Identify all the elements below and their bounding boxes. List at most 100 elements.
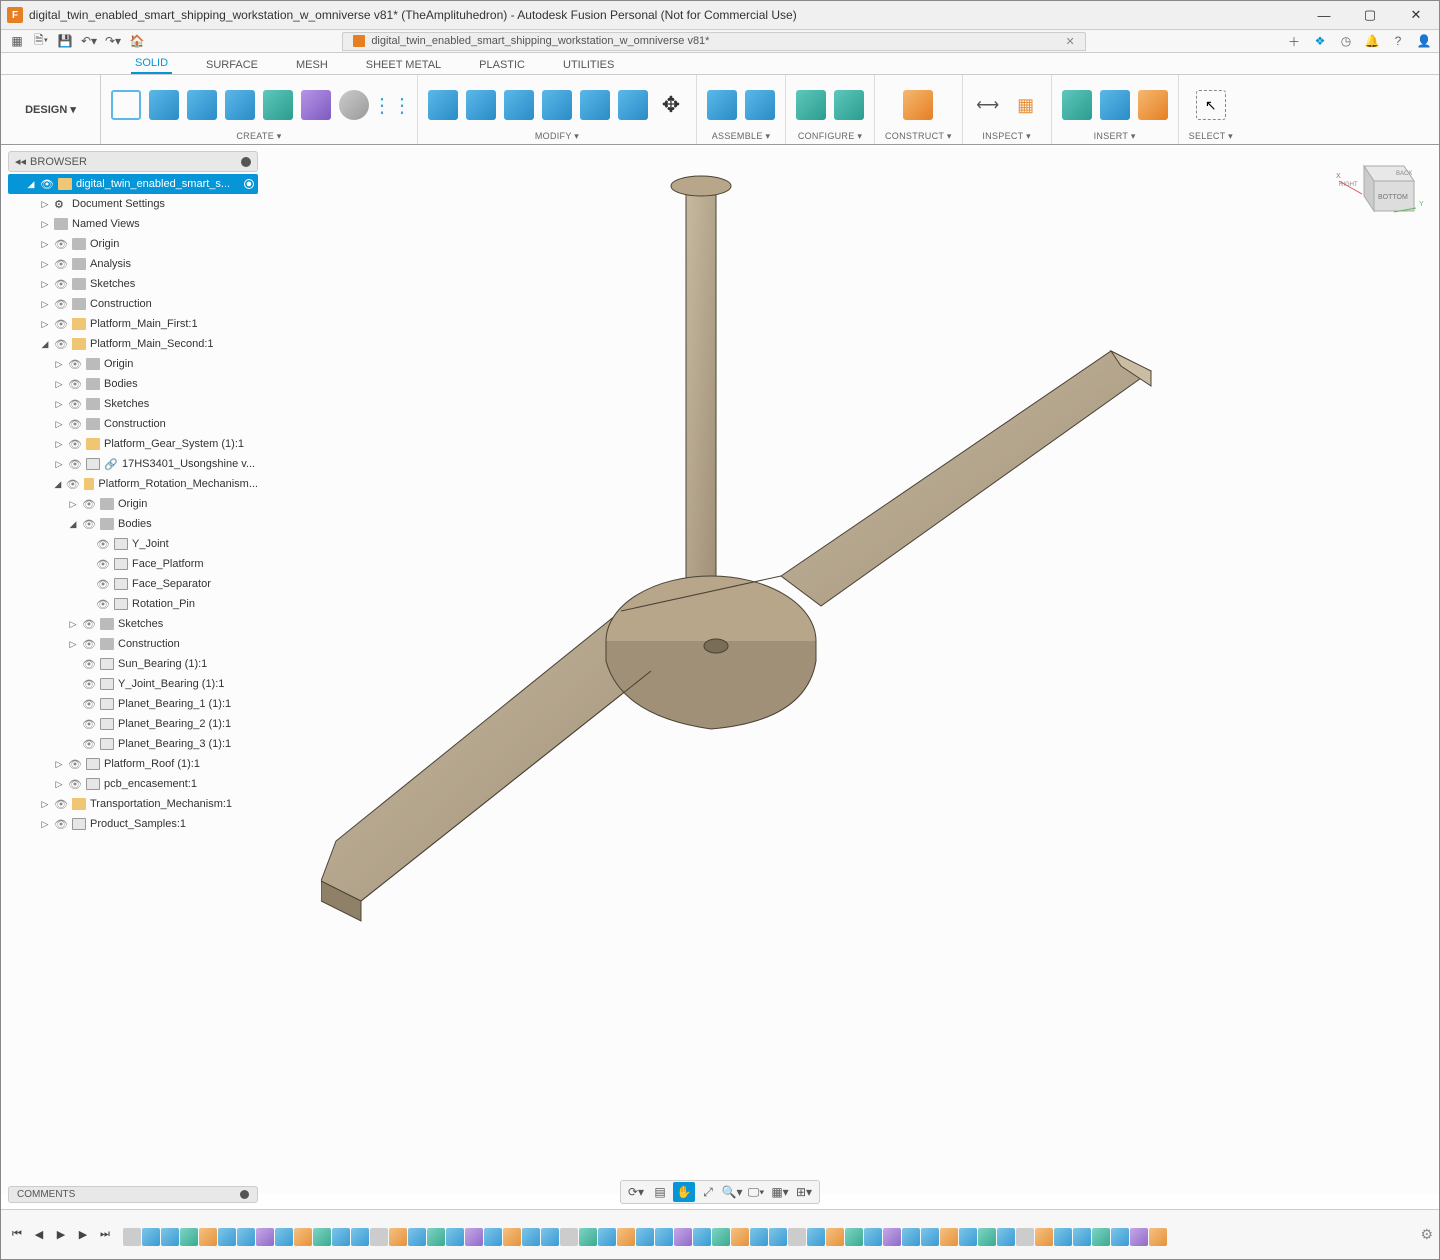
new-design-icon[interactable]: ＋ [1283, 32, 1305, 50]
tab-plastic[interactable]: PLASTIC [475, 56, 529, 74]
tree-doc-settings[interactable]: ▷⚙Document Settings [8, 194, 258, 214]
tree-prm[interactable]: ◢👁Platform_Rotation_Mechanism... [8, 474, 258, 494]
tree-construction[interactable]: ▷👁Construction [8, 294, 258, 314]
timeline-feature[interactable] [218, 1228, 236, 1246]
asbuilt-joint-icon[interactable] [745, 90, 775, 120]
timeline-feature[interactable] [351, 1228, 369, 1246]
timeline-feature[interactable] [921, 1228, 939, 1246]
tree-platform-roof[interactable]: ▷👁Platform_Roof (1):1 [8, 754, 258, 774]
timeline-feature[interactable] [199, 1228, 217, 1246]
timeline-feature[interactable] [902, 1228, 920, 1246]
timeline-feature[interactable] [1035, 1228, 1053, 1246]
pan-icon[interactable]: ✋ [673, 1182, 695, 1202]
viewcube[interactable]: RIGHT BACK BOTTOM X Y [1334, 156, 1424, 226]
tree-named-views[interactable]: ▷Named Views [8, 214, 258, 234]
hole-icon[interactable] [301, 90, 331, 120]
tree-pcb-encasement[interactable]: ▷👁pcb_encasement:1 [8, 774, 258, 794]
fillet-icon[interactable] [466, 90, 496, 120]
sphere-icon[interactable] [339, 90, 369, 120]
timeline-feature[interactable] [940, 1228, 958, 1246]
timeline-feature[interactable] [1016, 1228, 1034, 1246]
manage-config-icon[interactable] [834, 90, 864, 120]
tree-sketches[interactable]: ▷👁Sketches [8, 274, 258, 294]
timeline-feature[interactable] [446, 1228, 464, 1246]
emboss-icon[interactable] [263, 90, 293, 120]
timeline-play-icon[interactable]: ▶ [51, 1225, 71, 1245]
file-menu-icon[interactable]: 🗎▾ [30, 32, 52, 50]
timeline-items[interactable] [123, 1224, 1167, 1246]
tree-prm-construction[interactable]: ▷👁Construction [8, 634, 258, 654]
section-icon[interactable]: ▦ [1011, 90, 1041, 120]
timeline-feature[interactable] [807, 1228, 825, 1246]
tab-surface[interactable]: SURFACE [202, 56, 262, 74]
comments-toggle[interactable]: COMMENTS [8, 1186, 258, 1203]
lookat-icon[interactable]: ▤ [649, 1182, 671, 1202]
minimize-button[interactable]: — [1301, 1, 1347, 29]
timeline-feature[interactable] [560, 1228, 578, 1246]
tree-face-separator[interactable]: 👁Face_Separator [8, 574, 258, 594]
timeline-feature[interactable] [731, 1228, 749, 1246]
notifications-icon[interactable]: 🔔 [1361, 32, 1383, 50]
timeline-feature[interactable] [275, 1228, 293, 1246]
tree-prm-sketches[interactable]: ▷👁Sketches [8, 614, 258, 634]
redo-icon[interactable]: ↷▾ [102, 32, 124, 50]
tree-prm-origin[interactable]: ▷👁Origin [8, 494, 258, 514]
plane-icon[interactable] [903, 90, 933, 120]
tree-pb3[interactable]: 👁Planet_Bearing_3 (1):1 [8, 734, 258, 754]
select-icon[interactable]: ↖ [1196, 90, 1226, 120]
tree-root[interactable]: ◢👁digital_twin_enabled_smart_s...● [8, 174, 258, 194]
measure-icon[interactable]: ⟷ [973, 90, 1003, 120]
document-tab[interactable]: digital_twin_enabled_smart_shipping_work… [342, 32, 1085, 51]
sketch-icon[interactable] [111, 90, 141, 120]
timeline-feature[interactable] [1092, 1228, 1110, 1246]
undo-icon[interactable]: ↶▾ [78, 32, 100, 50]
configure-icon[interactable] [796, 90, 826, 120]
timeline-feature[interactable] [370, 1228, 388, 1246]
tree-product-samples[interactable]: ▷👁Product_Samples:1 [8, 814, 258, 834]
timeline-feature[interactable] [142, 1228, 160, 1246]
timeline-feature[interactable] [237, 1228, 255, 1246]
timeline-feature[interactable] [997, 1228, 1015, 1246]
tree-origin[interactable]: ▷👁Origin [8, 234, 258, 254]
tab-utilities[interactable]: UTILITIES [559, 56, 618, 74]
tree-pmf[interactable]: ▷👁Platform_Main_First:1 [8, 314, 258, 334]
insert-derive-icon[interactable] [1062, 90, 1092, 120]
combine-icon[interactable] [542, 90, 572, 120]
timeline-feature[interactable] [541, 1228, 559, 1246]
tree-pms-construction[interactable]: ▷👁Construction [8, 414, 258, 434]
timeline-start-icon[interactable]: ⏮ [7, 1225, 27, 1245]
browser-header[interactable]: ◂◂ BROWSER [8, 151, 258, 172]
timeline-feature[interactable] [769, 1228, 787, 1246]
user-avatar-icon[interactable]: 👤 [1413, 32, 1435, 50]
tree-transportation[interactable]: ▷👁Transportation_Mechanism:1 [8, 794, 258, 814]
timeline-feature[interactable] [636, 1228, 654, 1246]
timeline-feature[interactable] [427, 1228, 445, 1246]
close-tab-icon[interactable]: ✕ [1065, 35, 1074, 48]
save-icon[interactable]: 💾 [54, 32, 76, 50]
timeline-feature[interactable] [826, 1228, 844, 1246]
canvas-icon[interactable] [1138, 90, 1168, 120]
timeline-feature[interactable] [484, 1228, 502, 1246]
home-icon[interactable]: 🏠 [126, 32, 148, 50]
timeline-prev-icon[interactable]: ◀ [29, 1225, 49, 1245]
tree-yjoint[interactable]: 👁Y_Joint [8, 534, 258, 554]
timeline-feature[interactable] [959, 1228, 977, 1246]
timeline-feature[interactable] [332, 1228, 350, 1246]
grid-icon[interactable]: ▦▾ [769, 1182, 791, 1202]
tree-pms-sketches[interactable]: ▷👁Sketches [8, 394, 258, 414]
timeline-feature[interactable] [750, 1228, 768, 1246]
workspace-switcher[interactable]: DESIGN ▾ [1, 75, 101, 144]
tree-analysis[interactable]: ▷👁Analysis [8, 254, 258, 274]
timeline-feature[interactable] [465, 1228, 483, 1246]
offset-icon[interactable] [618, 90, 648, 120]
app-grid-icon[interactable]: ▦ [6, 32, 28, 50]
tree-pb2[interactable]: 👁Planet_Bearing_2 (1):1 [8, 714, 258, 734]
tree-pgs[interactable]: ▷👁Platform_Gear_System (1):1 [8, 434, 258, 454]
extensions-icon[interactable]: ❖ [1309, 32, 1331, 50]
timeline-feature[interactable] [1054, 1228, 1072, 1246]
orbit-icon[interactable]: ⟳▾ [625, 1182, 647, 1202]
viewports-icon[interactable]: ⊞▾ [793, 1182, 815, 1202]
help-icon[interactable]: ? [1387, 32, 1409, 50]
timeline-feature[interactable] [712, 1228, 730, 1246]
tree-pms[interactable]: ◢👁Platform_Main_Second:1 [8, 334, 258, 354]
